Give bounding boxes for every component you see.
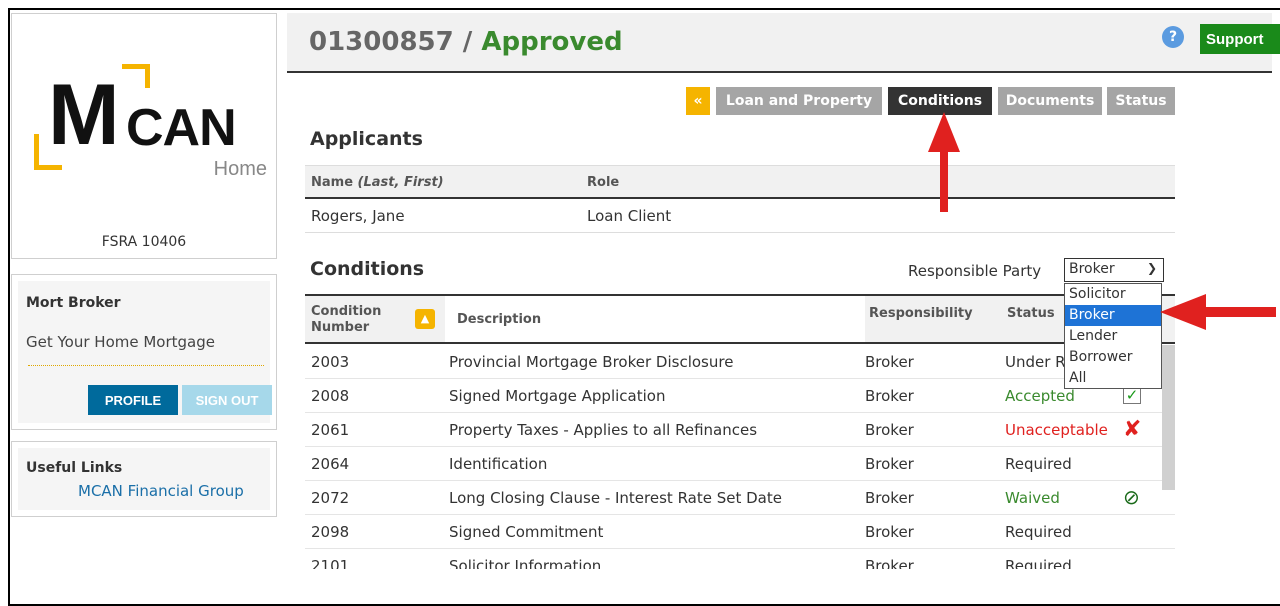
loan-number: 01300857 xyxy=(309,27,454,57)
status-badge: Waived xyxy=(1005,489,1060,507)
divider xyxy=(28,365,264,366)
condition-description: Property Taxes - Applies to all Refinanc… xyxy=(449,421,758,439)
table-row[interactable]: Rogers, Jane Loan Client xyxy=(305,200,1175,233)
applicant-name: Rogers, Jane xyxy=(311,207,405,225)
condition-number: 2003 xyxy=(311,353,350,371)
table-row[interactable]: 2098 Signed Commitment Broker Required xyxy=(305,515,1175,549)
col-name: Name (Last, First) xyxy=(311,175,444,190)
dropdown-option-borrower[interactable]: Borrower xyxy=(1065,347,1161,368)
conditions-title: Conditions xyxy=(310,258,425,280)
condition-description: Provincial Mortgage Broker Disclosure xyxy=(449,353,734,371)
logo-corner-icon xyxy=(34,165,62,170)
conditions-table-header: Condition Number ▲ Description Responsib… xyxy=(305,294,1175,344)
table-row[interactable]: 2003 Provincial Mortgage Broker Disclosur… xyxy=(305,345,1175,379)
sign-out-button[interactable]: SIGN OUT xyxy=(182,385,272,415)
condition-responsibility: Broker xyxy=(865,523,914,541)
logo-panel: M CAN Home FSRA 10406 xyxy=(11,13,277,259)
condition-number: 2101 xyxy=(311,557,350,569)
col-status[interactable]: Status xyxy=(1007,306,1055,321)
logo-m: M xyxy=(48,67,120,163)
link-mcan-financial-group[interactable]: MCAN Financial Group xyxy=(78,482,244,500)
collapse-tabs-icon[interactable]: « xyxy=(686,87,710,115)
condition-description: Solicitor Information xyxy=(449,557,602,569)
condition-responsibility: Broker xyxy=(865,489,914,507)
useful-links-panel: Useful Links MCAN Financial Group xyxy=(11,441,277,517)
no-entry-icon: ⊘ xyxy=(1123,485,1140,509)
useful-links-title: Useful Links xyxy=(26,460,123,476)
dropdown-option-lender[interactable]: Lender xyxy=(1065,326,1161,347)
annotation-arrow-left-icon xyxy=(1160,294,1276,330)
chevron-down-icon: ❯ xyxy=(1146,261,1157,275)
page-title: 01300857 / Approved xyxy=(309,27,623,57)
condition-responsibility: Broker xyxy=(865,557,914,569)
condition-number: 2008 xyxy=(311,387,350,405)
condition-description: Identification xyxy=(449,455,548,473)
tab-documents[interactable]: Documents xyxy=(998,87,1102,115)
table-scrollbar[interactable] xyxy=(1162,345,1175,490)
condition-description: Signed Commitment xyxy=(449,523,604,541)
responsible-party-label: Responsible Party xyxy=(908,262,1042,280)
logo-can: CAN xyxy=(126,99,237,157)
status-badge: Required xyxy=(1005,455,1072,473)
annotation-arrow-up-icon xyxy=(928,112,960,212)
status-badge: Under R xyxy=(1005,353,1066,371)
logo-corner-icon xyxy=(145,64,150,88)
dropdown-option-broker[interactable]: Broker xyxy=(1065,305,1161,326)
col-responsibility[interactable]: Responsibility xyxy=(869,306,973,321)
support-button[interactable]: Support xyxy=(1200,24,1280,54)
col-role: Role xyxy=(587,175,620,190)
profile-button[interactable]: PROFILE xyxy=(88,385,178,415)
col-condition-number[interactable]: Condition Number xyxy=(311,304,381,336)
x-icon: ✘ xyxy=(1123,417,1142,442)
applicants-title: Applicants xyxy=(310,128,423,150)
tab-conditions[interactable]: Conditions xyxy=(888,87,992,115)
table-row[interactable]: 2064 Identification Broker Required xyxy=(305,447,1175,481)
status-badge: Unacceptable xyxy=(1005,421,1108,439)
condition-responsibility: Broker xyxy=(865,353,914,371)
tab-loan-and-property[interactable]: Loan and Property xyxy=(716,87,882,115)
logo-home: Home xyxy=(213,158,267,180)
conditions-table-body: 2003 Provincial Mortgage Broker Disclosur… xyxy=(305,345,1175,569)
fsra-number: FSRA 10406 xyxy=(101,234,187,250)
condition-number: 2061 xyxy=(311,421,350,439)
table-row[interactable]: 2101 Solicitor Information Broker Required xyxy=(305,549,1175,569)
table-row[interactable]: 2008 Signed Mortgage Application Broker Acc… xyxy=(305,379,1175,413)
condition-responsibility: Broker xyxy=(865,387,914,405)
status-badge: Required xyxy=(1005,557,1072,569)
condition-number: 2098 xyxy=(311,523,350,541)
responsible-party-select[interactable]: Broker ❯ xyxy=(1064,258,1164,282)
loan-status: Approved xyxy=(481,27,623,57)
dropdown-option-solicitor[interactable]: Solicitor xyxy=(1065,284,1161,305)
status-badge: Accepted xyxy=(1005,387,1075,405)
table-row[interactable]: 2072 Long Closing Clause - Interest Rate … xyxy=(305,481,1175,515)
page-header: 01300857 / Approved ? Support xyxy=(287,13,1280,73)
user-tagline: Get Your Home Mortgage xyxy=(26,333,215,351)
tab-status[interactable]: Status xyxy=(1107,87,1175,115)
help-icon[interactable]: ? xyxy=(1162,26,1184,48)
table-row[interactable]: 2061 Property Taxes - Applies to all Refi… xyxy=(305,413,1175,447)
mcan-logo: M CAN Home xyxy=(34,64,269,182)
user-name: Mort Broker xyxy=(26,295,121,311)
user-panel: Mort Broker Get Your Home Mortgage PROFI… xyxy=(11,274,277,430)
condition-responsibility: Broker xyxy=(865,455,914,473)
col-description[interactable]: Description xyxy=(457,312,541,327)
condition-number: 2072 xyxy=(311,489,350,507)
status-badge: Required xyxy=(1005,523,1072,541)
condition-number: 2064 xyxy=(311,455,350,473)
condition-description: Long Closing Clause - Interest Rate Set … xyxy=(449,489,782,507)
condition-responsibility: Broker xyxy=(865,421,914,439)
dropdown-option-all[interactable]: All xyxy=(1065,368,1161,389)
title-separator: / xyxy=(453,27,482,57)
applicants-table-header: Name (Last, First) Role xyxy=(305,165,1175,199)
responsible-party-value: Broker xyxy=(1069,261,1115,277)
sort-ascending-icon[interactable]: ▲ xyxy=(415,309,435,329)
applicant-role: Loan Client xyxy=(587,207,672,225)
condition-description: Signed Mortgage Application xyxy=(449,387,666,405)
responsible-party-dropdown: Solicitor Broker Lender Borrower All xyxy=(1064,283,1162,389)
